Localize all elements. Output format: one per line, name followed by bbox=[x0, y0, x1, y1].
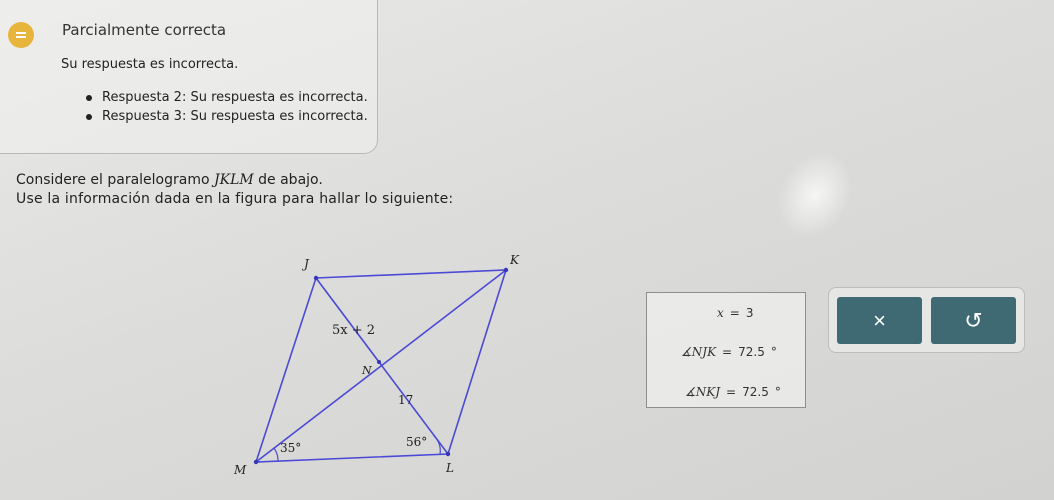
vertex-m-label: M bbox=[233, 463, 247, 477]
vertex-l-dot bbox=[445, 451, 451, 457]
point-n-label: N bbox=[361, 364, 372, 377]
vertex-k-label: K bbox=[509, 253, 520, 267]
answer-njk-value[interactable]: 72.5 bbox=[738, 345, 765, 359]
answer-nkj-equals: = bbox=[726, 385, 737, 399]
parallelogram-figure: J K L M N 5x + 2 17 35° 56° bbox=[233, 253, 520, 477]
vertex-m-dot bbox=[253, 459, 259, 465]
segment-nl-label: 17 bbox=[398, 393, 413, 407]
vertex-j-label: J bbox=[301, 257, 310, 271]
answer-njk[interactable]: ∡NJK = 72.5 ° bbox=[681, 345, 777, 359]
angle-m-label: 35° bbox=[280, 441, 301, 455]
prompt-line-2: Use la información dada en la figura par… bbox=[16, 191, 454, 207]
feedback-item: Respuesta 3: Su respuesta es incorrecta. bbox=[86, 107, 368, 126]
undo-button[interactable]: ↺ bbox=[931, 297, 1016, 344]
screen-glare bbox=[762, 138, 868, 252]
answer-nkj-value[interactable]: 72.5 bbox=[742, 385, 769, 399]
answer-nkj[interactable]: ∡NKJ = 72.5 ° bbox=[685, 385, 781, 399]
parallelogram-name: JKLM bbox=[214, 172, 254, 188]
angle-m-arc bbox=[273, 447, 279, 463]
answer-x-equals: = bbox=[729, 306, 740, 320]
answer-njk-unit: ° bbox=[770, 345, 777, 359]
answer-box[interactable]: x = 3 ∡NJK = 72.5 ° ∡NKJ = 72.5 ° bbox=[646, 292, 806, 408]
segment-jn-label: 5x + 2 bbox=[332, 323, 375, 338]
vertex-l-label: L bbox=[445, 461, 454, 475]
feedback-status: Parcialmente correcta bbox=[62, 21, 227, 39]
prompt-text-post: de abajo. bbox=[253, 172, 323, 188]
answer-x-value[interactable]: 3 bbox=[746, 306, 754, 320]
answer-njk-angle: ∡NJK bbox=[681, 345, 717, 359]
answer-nkj-angle: ∡NKJ bbox=[685, 385, 721, 399]
prompt-line-1: Considere el paralelogramo JKLM de abajo… bbox=[16, 172, 323, 188]
answer-x-variable: x bbox=[717, 306, 724, 320]
answer-njk-equals: = bbox=[722, 345, 733, 359]
angle-l-label: 56° bbox=[406, 435, 427, 449]
prompt-text-pre: Considere el paralelogramo bbox=[16, 172, 214, 188]
point-n-dot bbox=[377, 360, 381, 364]
feedback-item: Respuesta 2: Su respuesta es incorrecta. bbox=[86, 88, 368, 107]
action-buttons: × ↺ bbox=[828, 287, 1025, 353]
feedback-message: Su respuesta es incorrecta. bbox=[61, 57, 239, 72]
undo-icon: ↺ bbox=[964, 307, 983, 333]
feedback-panel: Parcialmente correcta Su respuesta es in… bbox=[0, 0, 378, 154]
angle-l-arc bbox=[433, 435, 441, 455]
close-icon: × bbox=[873, 307, 886, 333]
clear-button[interactable]: × bbox=[837, 297, 922, 344]
answer-nkj-unit: ° bbox=[774, 385, 781, 399]
feedback-list: Respuesta 2: Su respuesta es incorrecta.… bbox=[86, 88, 368, 126]
equals-icon-glyph bbox=[16, 32, 26, 38]
vertex-j-dot bbox=[313, 275, 319, 281]
equals-icon bbox=[8, 22, 34, 48]
answer-x[interactable]: x = 3 bbox=[717, 306, 753, 320]
diagonal-km bbox=[255, 269, 507, 463]
vertex-k-dot bbox=[503, 267, 509, 273]
